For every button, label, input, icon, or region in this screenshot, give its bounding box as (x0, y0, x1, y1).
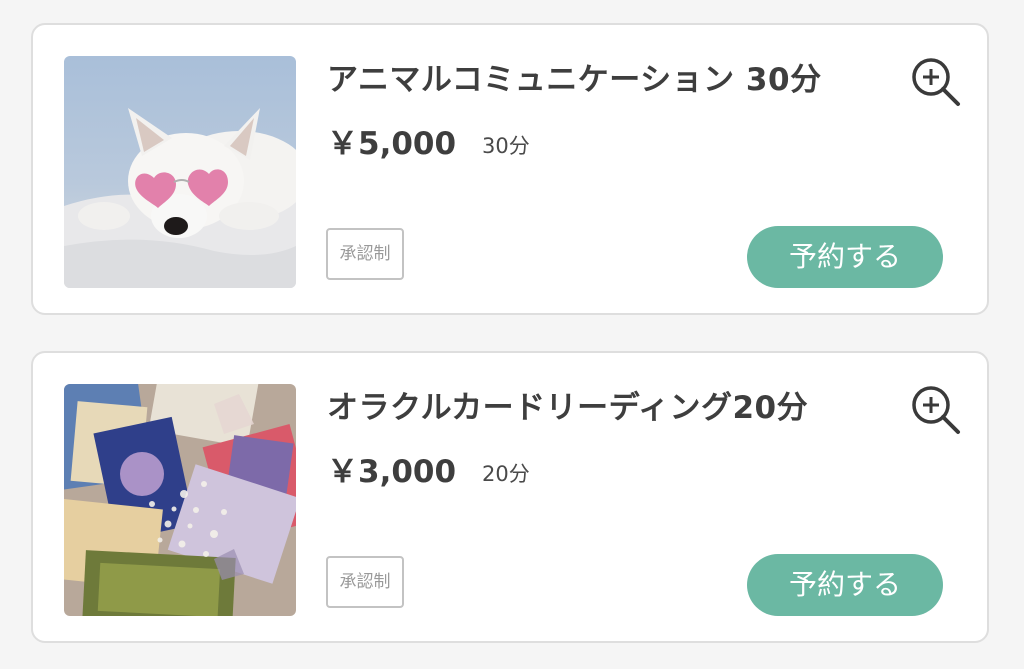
oracle-cards-photo (64, 384, 296, 616)
menu-card: オラクルカードリーディング20分 ￥3,000 20分 承認制 予約する (31, 351, 989, 643)
menu-thumbnail-dog[interactable] (64, 56, 296, 288)
menu-duration: 30分 (482, 134, 530, 158)
menu-thumbnail-oracle-cards[interactable] (64, 384, 296, 616)
menu-price: ￥3,000 (327, 454, 457, 490)
zoom-in-icon[interactable] (909, 383, 965, 439)
reserve-button[interactable]: 予約する (747, 554, 943, 616)
dog-photo (64, 56, 296, 288)
menu-card: アニマルコミュニケーション 30分 ￥5,000 30分 承認制 予約する (31, 23, 989, 315)
menu-title: アニマルコミュニケーション 30分 (327, 62, 822, 98)
menu-price: ￥5,000 (327, 126, 457, 162)
reserve-button[interactable]: 予約する (747, 226, 943, 288)
zoom-in-icon[interactable] (909, 55, 965, 111)
menu-duration: 20分 (482, 462, 530, 486)
approval-badge: 承認制 (326, 228, 404, 280)
menu-title: オラクルカードリーディング20分 (327, 390, 809, 426)
approval-badge: 承認制 (326, 556, 404, 608)
